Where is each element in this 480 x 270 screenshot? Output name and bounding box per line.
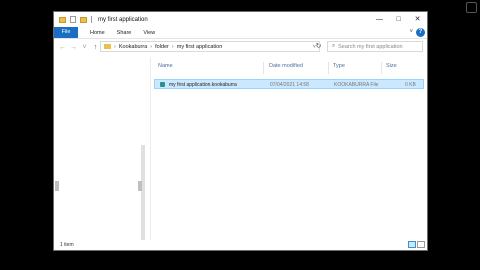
title-separator: [91, 16, 92, 23]
chevron-right-icon: ›: [114, 43, 116, 50]
status-bar: 1 item: [54, 240, 427, 250]
tab-home[interactable]: Home: [90, 30, 105, 36]
file-row[interactable]: my first application.kookaburra 07/04/20…: [154, 79, 424, 89]
minimize-button[interactable]: —: [370, 12, 389, 27]
column-type[interactable]: Type: [333, 63, 345, 69]
search-icon: ⌕: [332, 43, 336, 49]
window-edge-grip: [55, 181, 59, 191]
address-bar[interactable]: › Kookaburra › folder › my first applica…: [100, 41, 320, 52]
explorer-window: my first application — □ ✕ File Home Sha…: [53, 11, 428, 251]
file-list: Name Date modified Type Size my first ap…: [151, 57, 427, 243]
column-date-modified[interactable]: Date modified: [269, 63, 303, 69]
search-placeholder: Search my first application: [338, 43, 403, 50]
properties-icon[interactable]: [70, 16, 76, 23]
kookaburra-file-icon: [160, 82, 165, 87]
tab-view[interactable]: View: [143, 30, 155, 36]
address-row: ← → ˅ ↑ › Kookaburra › folder › my first…: [54, 39, 427, 55]
folder-icon: [104, 44, 111, 49]
pane-resize-grip[interactable]: [138, 181, 142, 191]
column-separator[interactable]: [381, 62, 382, 74]
back-button[interactable]: ←: [57, 44, 68, 51]
chevron-right-icon: ›: [150, 43, 153, 50]
column-size[interactable]: Size: [386, 63, 397, 69]
chevron-right-icon: ›: [171, 43, 174, 50]
breadcrumb-kookaburra[interactable]: Kookaburra: [119, 44, 147, 50]
window-controls: — □ ✕: [370, 12, 427, 27]
mouse-cursor: [167, 123, 173, 131]
close-button[interactable]: ✕: [408, 12, 427, 27]
navigation-pane[interactable]: [54, 57, 150, 245]
expand-ribbon-icon[interactable]: ˅: [409, 29, 413, 35]
forward-button[interactable]: →: [68, 44, 79, 51]
breadcrumb-folder[interactable]: folder: [155, 44, 169, 50]
details-view-button[interactable]: [408, 241, 416, 248]
new-folder-icon[interactable]: [80, 16, 87, 23]
file-type: KOOKABURRA File: [334, 82, 379, 88]
item-count: 1 item: [60, 242, 74, 248]
tab-file[interactable]: File: [54, 27, 78, 38]
column-name[interactable]: Name: [158, 63, 173, 69]
file-name: my first application.kookaburra: [169, 82, 237, 88]
window-title: my first application: [98, 16, 148, 23]
title-bar: my first application — □ ✕: [54, 12, 427, 27]
file-size: 0 KB: [405, 82, 416, 88]
tab-share[interactable]: Share: [117, 30, 132, 36]
file-date: 07/04/2021 14:58: [270, 82, 309, 88]
column-separator[interactable]: [263, 62, 264, 74]
navigation-scrollbar[interactable]: [141, 145, 145, 245]
help-icon[interactable]: ?: [416, 28, 425, 37]
breadcrumb-my-first-application[interactable]: my first application: [177, 44, 223, 50]
large-icons-view-button[interactable]: [417, 241, 425, 248]
search-input[interactable]: ⌕ Search my first application: [327, 41, 423, 52]
maximize-button[interactable]: □: [389, 12, 408, 27]
refresh-button[interactable]: ↻: [313, 41, 324, 52]
column-separator[interactable]: [328, 62, 329, 74]
folder-icon: [59, 16, 66, 23]
ribbon-tabs: File Home Share View ˅ ?: [54, 27, 427, 39]
recent-locations-button[interactable]: ˅: [79, 44, 90, 51]
overlay-button[interactable]: [466, 2, 477, 13]
